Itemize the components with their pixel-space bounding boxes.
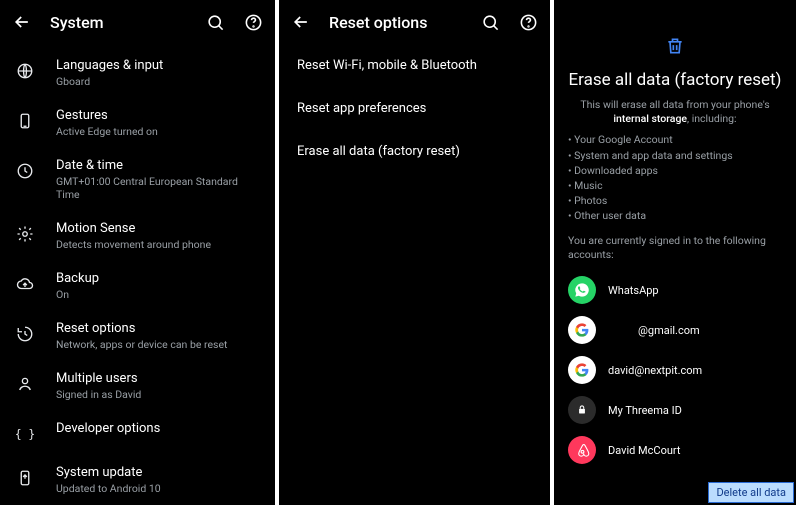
account-row[interactable]: @gmail.com — [568, 310, 782, 350]
reset-option-item[interactable]: Reset Wi-Fi, mobile & Bluetooth — [279, 44, 550, 87]
clock-icon — [14, 160, 36, 182]
erase-bullet: • Downloaded apps — [568, 163, 782, 178]
account-row[interactable]: My Threema ID — [568, 390, 782, 430]
erase-bullet: • Other user data — [568, 208, 782, 223]
account-label: david@nextpit.com — [608, 364, 702, 377]
erase-bullet: • Photos — [568, 193, 782, 208]
settings-row-label: Motion Sense — [56, 221, 211, 236]
account-label: My Threema ID — [608, 404, 682, 417]
erase-bullet: • Music — [568, 178, 782, 193]
account-label: David McCourt — [608, 444, 681, 457]
settings-row-sub: On — [56, 288, 99, 301]
person-icon — [14, 373, 36, 395]
settings-row-sub: Detects movement around phone — [56, 238, 211, 251]
page-title: Reset options — [329, 13, 478, 32]
erase-bullet: • Your Google Account — [568, 132, 782, 147]
settings-row-sub: Active Edge turned on — [56, 125, 158, 138]
settings-row[interactable]: System update Updated to Android 10 — [0, 455, 275, 505]
settings-row[interactable]: Languages & input Gboard — [0, 48, 275, 98]
settings-row[interactable]: { } Developer options — [0, 411, 275, 455]
settings-row-label: Reset options — [56, 321, 227, 336]
back-arrow-icon[interactable] — [289, 10, 313, 34]
system-settings-panel: System Languages & input Gboard Gestures… — [0, 0, 275, 505]
cloud-up-icon — [14, 273, 36, 295]
titlebar: System — [0, 0, 275, 44]
reset-option-item[interactable]: Reset app preferences — [279, 87, 550, 130]
account-row[interactable]: David McCourt — [568, 430, 782, 470]
reset-options-list: Reset Wi-Fi, mobile & BluetoothReset app… — [279, 44, 550, 173]
svg-text:{ }: { } — [16, 428, 34, 441]
settings-row-sub: Signed in as David — [56, 388, 141, 401]
settings-row[interactable]: Gestures Active Edge turned on — [0, 98, 275, 148]
account-list: WhatsApp @gmail.com david@nextpit.com My… — [568, 270, 782, 470]
settings-row-label: Backup — [56, 271, 99, 286]
settings-row[interactable]: Motion Sense Detects movement around pho… — [0, 211, 275, 261]
settings-row-label: System update — [56, 465, 161, 480]
threema-avatar-icon — [568, 396, 596, 424]
gear-icon — [14, 223, 36, 245]
back-arrow-icon[interactable] — [10, 10, 34, 34]
erase-bullet: • System and app data and settings — [568, 148, 782, 163]
settings-row-sub: Gboard — [56, 75, 163, 88]
settings-row-label: Date & time — [56, 158, 259, 173]
erase-description: This will erase all data from your phone… — [568, 98, 782, 126]
settings-row-sub: Network, apps or device can be reset — [56, 338, 227, 351]
account-label: @gmail.com — [608, 324, 700, 337]
erase-bullet-list: • Your Google Account• System and app da… — [568, 132, 782, 223]
google-avatar-icon — [568, 316, 596, 344]
settings-row[interactable]: Date & time GMT+01:00 Central European S… — [0, 148, 275, 211]
page-title: System — [50, 13, 203, 32]
restore-icon — [14, 323, 36, 345]
help-icon[interactable] — [516, 10, 540, 34]
account-label: WhatsApp — [608, 284, 659, 297]
settings-row-label: Multiple users — [56, 371, 141, 386]
trash-icon — [568, 36, 782, 56]
delete-all-data-button[interactable]: Delete all data — [708, 482, 794, 503]
google-avatar-icon — [568, 356, 596, 384]
account-row[interactable]: david@nextpit.com — [568, 350, 782, 390]
braces-icon: { } — [14, 423, 36, 445]
settings-row-label: Gestures — [56, 108, 158, 123]
phone-icon — [14, 110, 36, 132]
reset-options-panel: Reset options Reset Wi-Fi, mobile & Blue… — [279, 0, 550, 505]
titlebar: Reset options — [279, 0, 550, 44]
settings-row[interactable]: Backup On — [0, 261, 275, 311]
settings-row-label: Languages & input — [56, 58, 163, 73]
search-icon[interactable] — [203, 10, 227, 34]
factory-reset-panel: Erase all data (factory reset) This will… — [554, 0, 796, 505]
help-icon[interactable] — [241, 10, 265, 34]
account-row[interactable]: WhatsApp — [568, 270, 782, 310]
page-title: Erase all data (factory reset) — [568, 70, 782, 90]
signed-in-heading: You are currently signed in to the follo… — [568, 234, 782, 262]
airbnb-avatar-icon — [568, 436, 596, 464]
settings-row-sub: Updated to Android 10 — [56, 482, 161, 495]
search-icon[interactable] — [478, 10, 502, 34]
settings-row[interactable]: Multiple users Signed in as David — [0, 361, 275, 411]
settings-row[interactable]: Reset options Network, apps or device ca… — [0, 311, 275, 361]
settings-row-sub: GMT+01:00 Central European Standard Time — [56, 175, 259, 201]
settings-list: Languages & input Gboard Gestures Active… — [0, 44, 275, 505]
settings-row-label: Developer options — [56, 421, 160, 436]
update-icon — [14, 467, 36, 489]
whatsapp-avatar-icon — [568, 276, 596, 304]
globe-icon — [14, 60, 36, 82]
reset-option-item[interactable]: Erase all data (factory reset) — [279, 130, 550, 173]
